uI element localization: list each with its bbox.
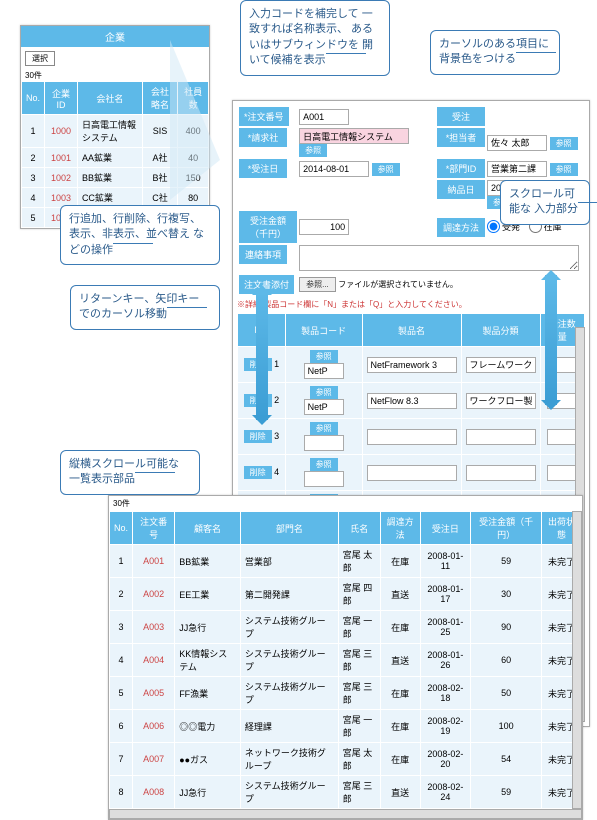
list-row[interactable]: 8A008JJ急行システム技術グループ宮尾 三郎直送2008-02-2459未完… [110,776,582,809]
list-row[interactable]: 7A007●●ガスネットワーク技術グループ宮尾 太郎在庫2008-02-2054… [110,743,582,776]
detail-hint: ※詳細 製品コード欄に「N」または「Q」と入力してください。 [237,299,585,310]
ref-dept[interactable]: 参照 [550,163,578,176]
row-ref[interactable]: 参照 [310,350,338,363]
list-count: 30件 [109,496,582,511]
input-pname[interactable] [367,393,457,409]
lbl-orderno: *注文番号 [239,107,289,126]
detail-row: 削除 2参照 [238,383,585,419]
col-header[interactable]: 顧客名 [175,512,241,545]
input-dept[interactable] [487,161,547,177]
arrow-vert-left [256,290,268,420]
col-header[interactable]: 企業ID [45,82,78,115]
lbl-deliver: 納品日 [437,180,485,199]
col-header[interactable]: 氏名 [338,512,380,545]
col-header[interactable]: 製品名 [362,314,461,347]
lbl-amount: 受注金額（千円） [239,211,297,243]
col-header[interactable]: 会社名 [77,82,142,115]
input-code[interactable] [304,363,344,379]
callout-highlight: カーソルのある項目に 背景色をつける [430,30,560,75]
input-pname[interactable] [367,357,457,373]
callout-autocomplete: 入力コードを補完して 一致すれば名称表示、 あるいはサブウィンドウを 開いて候補… [240,0,390,76]
input-qty[interactable] [547,465,577,481]
row-ref[interactable]: 参照 [310,458,338,471]
input-cat[interactable] [466,393,536,409]
lbl-method: 調達方法 [437,218,485,237]
input-code[interactable] [304,399,344,415]
input-cat[interactable] [466,429,536,445]
detail-row: 削除 3参照 [238,419,585,455]
lbl-company: *請求社 [239,128,287,147]
col-header[interactable]: 受注日 [420,512,471,545]
lbl-orderdate: *受注日 [239,159,287,178]
input-code[interactable] [304,471,344,487]
list-row[interactable]: 4A004KK情報システムシステム技術グループ宮尾 三郎直送2008-01-26… [110,644,582,677]
select-button[interactable]: 選択 [25,51,55,66]
ref-date[interactable]: 参照 [372,163,400,176]
col-header[interactable]: 製品分類 [461,314,540,347]
input-amount[interactable] [299,219,349,235]
attach-msg: ファイルが選択されていません。 [338,280,458,289]
zoom-triangle [170,40,220,200]
ref-rep[interactable]: 参照 [550,137,578,150]
list-table: No.注文番号顧客名部門名氏名調達方法受注日受注金額（千円）出荷状態 1A001… [109,511,582,809]
callout-scrollinput: スクロール可能な 入力部分 [500,180,590,225]
list-row[interactable]: 5A005FF漁業システム技術グループ宮尾 三郎在庫2008-02-1850未完… [110,677,582,710]
list-panel: 30件 No.注文番号顧客名部門名氏名調達方法受注日受注金額（千円）出荷状態 1… [108,495,583,820]
col-header[interactable]: 部門名 [240,512,338,545]
col-header[interactable]: 調達方法 [380,512,420,545]
col-header[interactable]: 受注金額（千円） [471,512,542,545]
list-row[interactable]: 2A002EE工業第二開発課宮尾 四郎直送2008-01-1730未完了 [110,578,582,611]
detail-row: 削除 1参照 [238,347,585,383]
input-qty[interactable] [547,429,577,445]
col-header[interactable]: 注文番号 [133,512,175,545]
list-hscroll[interactable] [109,809,582,819]
list-vscroll[interactable] [572,511,582,809]
input-code[interactable] [304,435,344,451]
lbl-remarks: 連絡事項 [239,245,287,264]
detail-row: 削除 4参照 [238,455,585,491]
row-delete[interactable]: 削除 [244,466,272,479]
browse-button[interactable]: 参照... [299,277,336,292]
ref-company[interactable]: 参照 [299,144,327,157]
input-pname[interactable] [367,465,457,481]
input-pname[interactable] [367,429,457,445]
col-header[interactable]: No. [22,82,45,115]
callout-keynav: リターンキー、矢印キー でのカーソル移動 [70,285,220,330]
list-row[interactable]: 1A001BB鉱業営業部宮尾 太郎在庫2008-01-1159未完了 [110,545,582,578]
arrow-vert-right [545,275,557,405]
callout-scrolllist: 縦横スクロール可能な 一覧表示部品 [60,450,200,495]
row-ref[interactable]: 参照 [310,386,338,399]
lbl-rep: *担当者 [437,128,485,147]
row-ref[interactable]: 参照 [310,422,338,435]
input-orderno[interactable] [299,109,349,125]
input-remarks[interactable] [299,245,579,271]
col-header[interactable]: 製品コード [285,314,362,347]
lbl-dept: *部門ID [437,159,485,178]
input-cat[interactable] [466,465,536,481]
recv-title: 受注 [437,107,485,126]
list-row[interactable]: 6A006◎◎電力経理課宮尾 一郎在庫2008-02-19100未完了 [110,710,582,743]
callout-rowops: 行追加、行削除、行複写、 表示、非表示、並べ替え などの操作 [60,205,220,265]
list-row[interactable]: 3A003JJ急行システム技術グループ宮尾 一郎在庫2008-01-2590未完… [110,611,582,644]
col-header[interactable]: No. [110,512,133,545]
input-rep[interactable] [487,135,547,151]
input-orderdate[interactable] [299,161,369,177]
input-cat[interactable] [466,357,536,373]
input-company[interactable] [299,128,409,144]
